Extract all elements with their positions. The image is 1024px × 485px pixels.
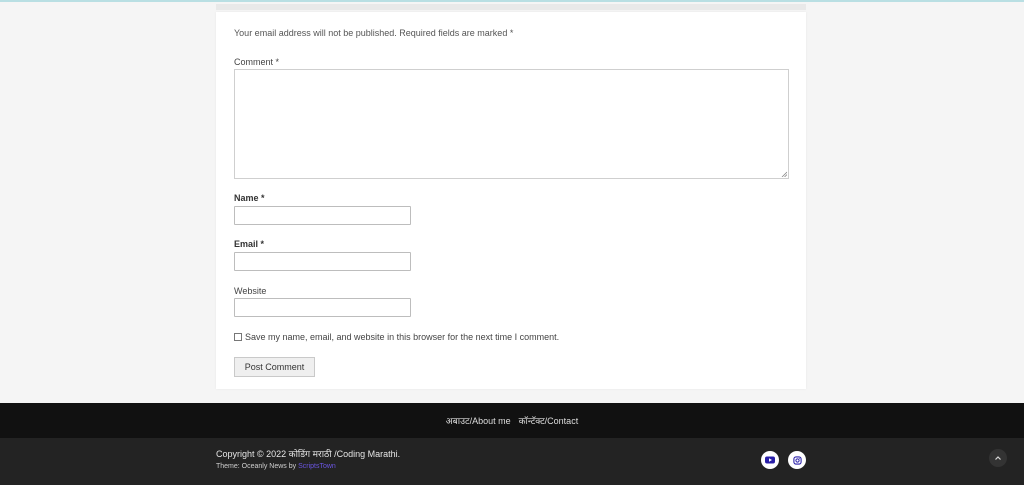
website-input[interactable] <box>234 298 411 317</box>
resize-handle-icon[interactable] <box>781 171 787 177</box>
instagram-icon <box>792 455 802 465</box>
top-accent-line <box>0 0 1024 2</box>
theme-credit: Theme: Oceanly News by ScriptsTown <box>216 463 336 470</box>
email-input[interactable] <box>234 252 411 271</box>
youtube-link[interactable] <box>761 451 779 469</box>
name-input[interactable] <box>234 206 411 225</box>
youtube-icon <box>765 456 775 464</box>
previous-card-edge <box>216 4 806 10</box>
comment-label: Comment * <box>234 57 280 67</box>
back-to-top-button[interactable] <box>989 449 1007 467</box>
cookies-consent-label[interactable]: Save my name, email, and website in this… <box>245 332 559 342</box>
theme-author-link[interactable]: ScriptsTown <box>298 463 336 470</box>
footer-bottom: Copyright © 2022 कोडिंग मराठी /Coding Ma… <box>0 438 1024 485</box>
instagram-link[interactable] <box>788 451 806 469</box>
name-label: Name * <box>234 193 265 203</box>
post-comment-button[interactable]: Post Comment <box>234 357 315 377</box>
website-label: Website <box>234 286 267 296</box>
cookies-consent: Save my name, email, and website in this… <box>234 332 559 342</box>
chevron-up-icon <box>995 456 1001 460</box>
comment-form: Your email address will not be published… <box>216 12 806 389</box>
email-label: Email * <box>234 239 265 249</box>
comment-textarea[interactable] <box>234 69 789 179</box>
copyright-text: Copyright © 2022 कोडिंग मराठी /Coding Ma… <box>216 449 401 459</box>
cookies-consent-checkbox[interactable] <box>234 333 242 341</box>
comment-notes: Your email address will not be published… <box>234 28 514 38</box>
footer-menu: अबाउट/About me कॉन्टॅक्ट/Contact <box>0 403 1024 438</box>
footer-menu-item-about[interactable]: अबाउट/About me <box>446 414 511 427</box>
theme-credit-text: Theme: Oceanly News by <box>216 463 299 470</box>
footer-menu-item-contact[interactable]: कॉन्टॅक्ट/Contact <box>519 414 579 427</box>
